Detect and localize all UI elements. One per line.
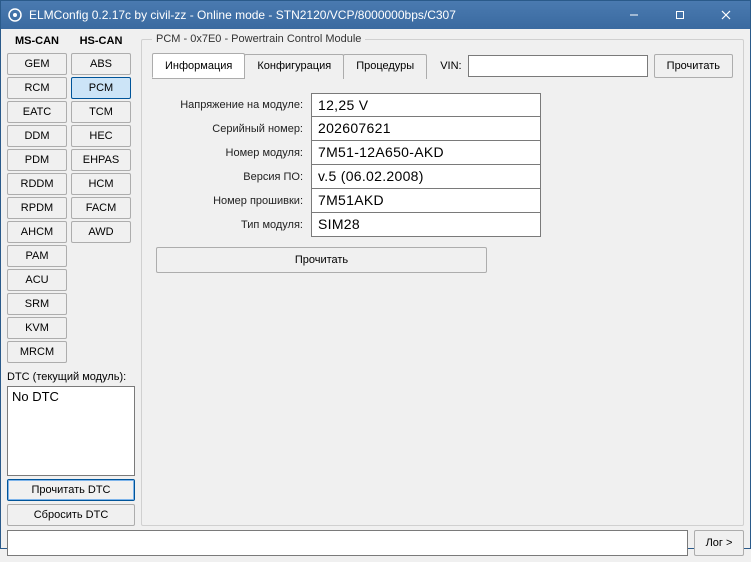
info-value-3: v.5 (06.02.2008) [311,165,541,189]
upper-area: MS-CAN GEMRCMEATCDDMPDMRDDMRPDMAHCMPAMAC… [7,33,744,526]
info-label-1: Серийный номер: [156,119,311,139]
module-awd-button[interactable]: AWD [71,221,131,243]
module-group: PCM - 0x7E0 - Powertrain Control Module … [141,33,744,526]
ms-can-list: GEMRCMEATCDDMPDMRDDMRPDMAHCMPAMACUSRMKVM… [7,53,67,363]
module-tcm-button[interactable]: TCM [71,101,131,123]
ms-can-column: MS-CAN GEMRCMEATCDDMPDMRDDMRPDMAHCMPAMAC… [7,33,67,363]
info-label-4: Номер прошивки: [156,191,311,211]
module-ddm-button[interactable]: DDM [7,125,67,147]
hs-can-column: HS-CAN ABSPCMTCMHECEHPASHCMFACMAWD [71,33,131,363]
titlebar: ELMConfig 0.2.17c by civil-zz - Online m… [1,1,750,29]
hs-can-header: HS-CAN [71,33,131,51]
dtc-area: DTC (текущий модуль): No DTC Прочитать D… [7,367,135,526]
module-abs-button[interactable]: ABS [71,53,131,75]
info-label-0: Напряжение на модуле: [156,95,311,115]
reset-dtc-button[interactable]: Сбросить DTC [7,504,135,526]
maximize-button[interactable] [657,1,702,29]
dtc-output[interactable]: No DTC [7,386,135,476]
module-acu-button[interactable]: ACU [7,269,67,291]
info-label-3: Версия ПО: [156,167,311,187]
minimize-button[interactable] [611,1,656,29]
tabs: ИнформацияКонфигурацияПроцедуры [152,53,426,79]
module-pdm-button[interactable]: PDM [7,149,67,171]
info-value-5: SIM28 [311,213,541,237]
window-title: ELMConfig 0.2.17c by civil-zz - Online m… [29,8,611,22]
read-vin-button[interactable]: Прочитать [654,54,733,78]
hs-can-list: ABSPCMTCMHECEHPASHCMFACMAWD [71,53,131,243]
tab-0[interactable]: Информация [152,53,245,78]
module-eatc-button[interactable]: EATC [7,101,67,123]
vin-input[interactable] [468,55,648,77]
module-rcm-button[interactable]: RCM [7,77,67,99]
module-panel: MS-CAN GEMRCMEATCDDMPDMRDDMRPDMAHCMPAMAC… [7,33,135,526]
module-hec-button[interactable]: HEC [71,125,131,147]
info-value-2: 7M51-12A650-AKD [311,141,541,165]
module-pam-button[interactable]: PAM [7,245,67,267]
module-facm-button[interactable]: FACM [71,197,131,219]
module-columns: MS-CAN GEMRCMEATCDDMPDMRDDMRPDMAHCMPAMAC… [7,33,135,363]
module-hcm-button[interactable]: HCM [71,173,131,195]
log-toggle-button[interactable]: Лог > [694,530,744,556]
module-srm-button[interactable]: SRM [7,293,67,315]
read-info-button[interactable]: Прочитать [156,247,487,273]
module-rpdm-button[interactable]: RPDM [7,197,67,219]
info-grid: Напряжение на модуле:12,25 VСерийный ном… [156,93,733,237]
window-controls [611,1,748,29]
info-panel: Напряжение на модуле:12,25 VСерийный ном… [152,87,733,273]
app-icon [7,7,23,23]
module-mrcm-button[interactable]: MRCM [7,341,67,363]
tab-2[interactable]: Процедуры [343,54,427,79]
module-ehpas-button[interactable]: EHPAS [71,149,131,171]
log-field[interactable] [7,530,688,556]
app-window: ELMConfig 0.2.17c by civil-zz - Online m… [0,0,751,549]
info-value-1: 202607621 [311,117,541,141]
group-legend: PCM - 0x7E0 - Powertrain Control Module [152,33,365,45]
module-pcm-button[interactable]: PCM [71,77,131,99]
module-gem-button[interactable]: GEM [7,53,67,75]
tab-1[interactable]: Конфигурация [244,54,344,79]
read-dtc-button[interactable]: Прочитать DTC [7,479,135,501]
vin-label: VIN: [440,60,461,72]
info-label-2: Номер модуля: [156,143,311,163]
close-button[interactable] [703,1,748,29]
module-kvm-button[interactable]: KVM [7,317,67,339]
info-value-4: 7M51AKD [311,189,541,213]
info-value-0: 12,25 V [311,93,541,117]
tab-row: ИнформацияКонфигурацияПроцедуры VIN: Про… [152,53,733,79]
client-area: MS-CAN GEMRCMEATCDDMPDMRDDMRPDMAHCMPAMAC… [1,29,750,562]
module-rddm-button[interactable]: RDDM [7,173,67,195]
ms-can-header: MS-CAN [7,33,67,51]
dtc-label: DTC (текущий модуль): [7,367,135,383]
bottom-row: Лог > [7,530,744,556]
info-label-5: Тип модуля: [156,215,311,235]
module-ahcm-button[interactable]: AHCM [7,221,67,243]
